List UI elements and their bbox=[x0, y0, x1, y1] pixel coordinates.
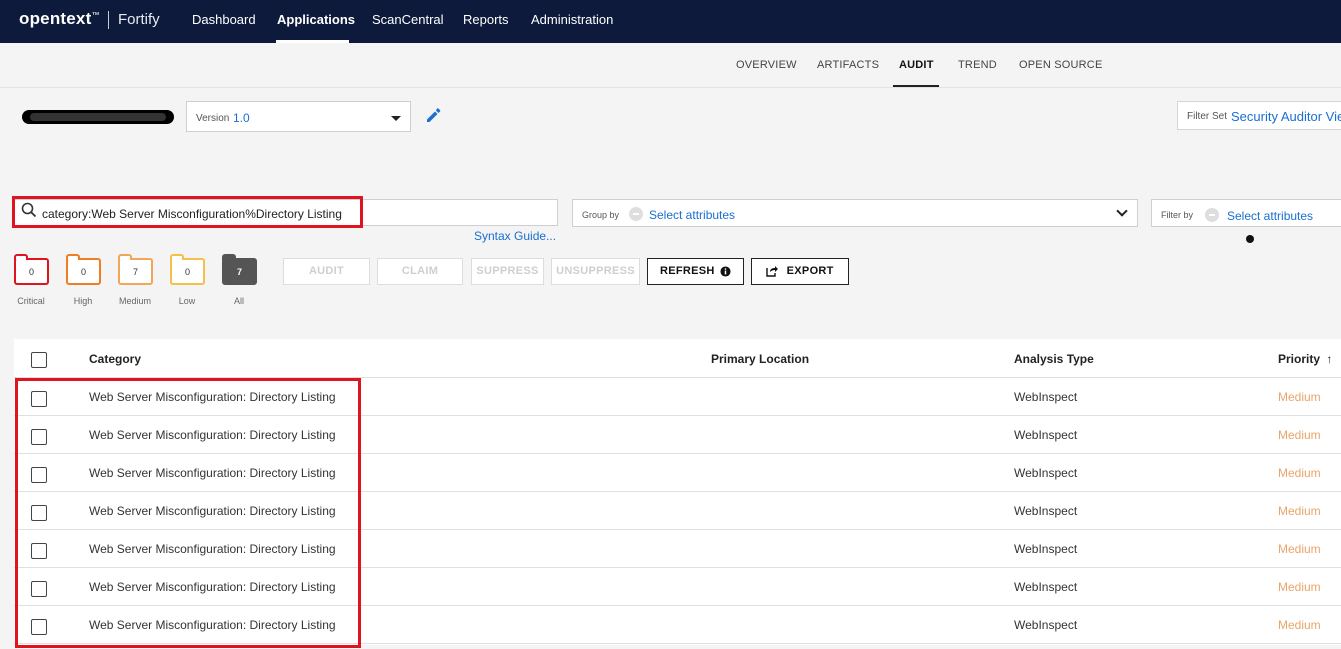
row-analysis-type: WebInspect bbox=[1014, 504, 1078, 518]
table-header: Category Primary Location Analysis Type … bbox=[14, 339, 1341, 378]
column-header-analysis-type[interactable]: Analysis Type bbox=[1014, 352, 1094, 366]
row-analysis-type: WebInspect bbox=[1014, 580, 1078, 594]
logo-trademark: ™ bbox=[91, 10, 100, 20]
nav-item-scancentral[interactable]: ScanCentral bbox=[372, 12, 444, 27]
severity-folder-all[interactable]: 7 bbox=[222, 254, 257, 285]
row-priority: Medium bbox=[1278, 390, 1321, 404]
tab-artifacts[interactable]: ARTIFACTS bbox=[817, 59, 879, 71]
column-header-primary-location[interactable]: Primary Location bbox=[711, 352, 809, 366]
row-analysis-type: WebInspect bbox=[1014, 428, 1078, 442]
severity-folder-low[interactable]: 0 bbox=[170, 254, 205, 285]
info-icon bbox=[720, 266, 731, 277]
active-tab-indicator bbox=[893, 85, 939, 87]
row-priority: Medium bbox=[1278, 618, 1321, 632]
folder-label-critical: Critical bbox=[17, 296, 45, 306]
row-priority: Medium bbox=[1278, 466, 1321, 480]
suppress-button[interactable]: SUPPRESS bbox=[471, 258, 544, 285]
severity-folder-medium[interactable]: 7 bbox=[118, 254, 153, 285]
claim-button[interactable]: CLAIM bbox=[377, 258, 463, 285]
filter-by-label: Filter by bbox=[1161, 210, 1194, 220]
row-analysis-type: WebInspect bbox=[1014, 618, 1078, 632]
group-by-label: Group by bbox=[582, 210, 620, 220]
column-header-category[interactable]: Category bbox=[89, 352, 141, 366]
folder-count: 0 bbox=[80, 267, 86, 277]
folder-label-high: High bbox=[73, 296, 93, 306]
row-priority: Medium bbox=[1278, 504, 1321, 518]
version-label: Version bbox=[196, 113, 230, 124]
pencil-edit-icon[interactable] bbox=[424, 106, 442, 124]
rows-highlight-annotation bbox=[15, 378, 361, 648]
row-priority: Medium bbox=[1278, 580, 1321, 594]
priority-header-label: Priority bbox=[1278, 352, 1321, 366]
caret-down-icon bbox=[391, 116, 401, 121]
group-by-value: Select attributes bbox=[649, 208, 736, 222]
version-select[interactable]: Version 1.0 bbox=[186, 101, 411, 132]
folder-label-low: Low bbox=[178, 296, 196, 306]
audit-button[interactable]: AUDIT bbox=[283, 258, 370, 285]
export-share-icon bbox=[766, 266, 779, 277]
filter-by-select[interactable]: Filter by Select attributes bbox=[1151, 199, 1341, 227]
folder-count: 0 bbox=[28, 267, 34, 277]
opentext-logo[interactable]: opentext™ bbox=[19, 9, 100, 29]
sub-navigation-tabs: OVERVIEW ARTIFACTS AUDIT TREND OPEN SOUR… bbox=[0, 43, 1341, 88]
syntax-guide-link[interactable]: Syntax Guide... bbox=[474, 229, 556, 243]
product-name: Fortify bbox=[118, 11, 160, 28]
row-analysis-type: WebInspect bbox=[1014, 390, 1078, 404]
filter-set-label: Filter Set bbox=[1187, 111, 1228, 122]
version-value: 1.0 bbox=[233, 111, 250, 125]
column-header-priority[interactable]: Priority ↑ bbox=[1278, 352, 1332, 366]
folder-count: 7 bbox=[132, 267, 138, 277]
filter-set-select[interactable]: Filter Set Security Auditor View bbox=[1177, 101, 1341, 130]
tab-trend[interactable]: TREND bbox=[958, 59, 997, 71]
row-priority: Medium bbox=[1278, 428, 1321, 442]
tab-overview[interactable]: OVERVIEW bbox=[736, 59, 797, 71]
filter-set-value: Security Auditor View bbox=[1231, 109, 1341, 124]
cursor-dot bbox=[1246, 235, 1254, 243]
tab-audit[interactable]: AUDIT bbox=[899, 59, 934, 71]
search-highlight-annotation bbox=[12, 196, 363, 228]
redacted-application-name bbox=[22, 110, 174, 124]
folder-count: 0 bbox=[184, 267, 190, 277]
top-navigation-bar: opentext™ Fortify Dashboard Applications… bbox=[0, 0, 1341, 43]
row-analysis-type: WebInspect bbox=[1014, 466, 1078, 480]
export-button[interactable]: EXPORT bbox=[751, 258, 849, 285]
nav-item-administration[interactable]: Administration bbox=[531, 12, 613, 27]
folder-label-all: All bbox=[233, 296, 244, 306]
nav-item-applications[interactable]: Applications bbox=[277, 12, 355, 27]
minus-circle-icon bbox=[1205, 208, 1219, 222]
row-analysis-type: WebInspect bbox=[1014, 542, 1078, 556]
export-label: EXPORT bbox=[786, 265, 834, 277]
sort-arrow-up-icon: ↑ bbox=[1326, 352, 1333, 366]
row-priority: Medium bbox=[1278, 542, 1321, 556]
severity-folder-critical[interactable]: 0 bbox=[14, 254, 49, 285]
logo-divider bbox=[108, 11, 109, 29]
chevron-down-icon bbox=[1116, 205, 1128, 217]
folder-label-medium: Medium bbox=[118, 296, 151, 306]
nav-item-reports[interactable]: Reports bbox=[463, 12, 509, 27]
nav-item-dashboard[interactable]: Dashboard bbox=[192, 12, 256, 27]
select-all-checkbox[interactable] bbox=[31, 352, 47, 368]
group-by-select[interactable]: Group by Select attributes bbox=[572, 199, 1138, 227]
severity-folder-high[interactable]: 0 bbox=[66, 254, 101, 285]
refresh-label: REFRESH bbox=[659, 265, 715, 277]
logo-text: opentext bbox=[19, 9, 92, 28]
minus-circle-icon bbox=[629, 207, 643, 221]
tab-open-source[interactable]: OPEN SOURCE bbox=[1019, 59, 1103, 71]
filter-by-value: Select attributes bbox=[1227, 209, 1314, 223]
refresh-button[interactable]: REFRESH bbox=[647, 258, 744, 285]
folder-count: 7 bbox=[236, 267, 242, 277]
unsuppress-button[interactable]: UNSUPPRESS bbox=[551, 258, 640, 285]
